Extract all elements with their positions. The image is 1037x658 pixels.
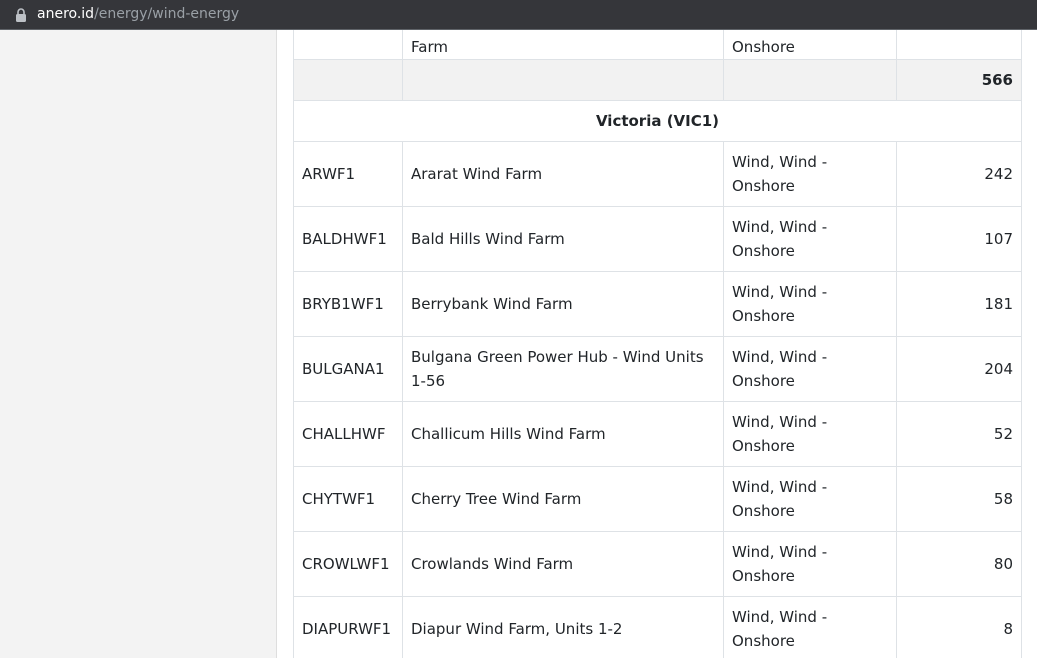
- table-row: DIAPURWF1 Diapur Wind Farm, Units 1-2 Wind…: [293, 596, 1022, 658]
- table-row: BULGANA1 Bulgana Green Power Hub - Wind U…: [293, 336, 1022, 402]
- type-cell: Wind, Wind - Onshore: [723, 531, 897, 597]
- capacity-cell: 242: [896, 141, 1022, 207]
- capacity-cell: [896, 30, 1022, 60]
- table-row: BALDHWF1 Bald Hills Wind Farm Wind, Wind -…: [293, 206, 1022, 272]
- region-heading: Victoria (VIC1): [293, 100, 1022, 142]
- name-cell: Berrybank Wind Farm: [402, 271, 724, 337]
- left-sidebar: [0, 30, 277, 658]
- wind-farm-table: Farm Onshore 566 Victoria (VIC1) ARWF1 Ar…: [293, 30, 1022, 658]
- main-content: Farm Onshore 566 Victoria (VIC1) ARWF1 Ar…: [277, 30, 1037, 658]
- name-cell: Challicum Hills Wind Farm: [402, 401, 724, 467]
- region-heading-row: Victoria (VIC1): [293, 100, 1022, 142]
- subtotal-capacity: 566: [896, 59, 1022, 101]
- name-cell: Diapur Wind Farm, Units 1-2: [402, 596, 724, 658]
- name-cell: Cherry Tree Wind Farm: [402, 466, 724, 532]
- table-row: BRYB1WF1 Berrybank Wind Farm Wind, Wind - …: [293, 271, 1022, 337]
- table-row: ARWF1 Ararat Wind Farm Wind, Wind - Onshor…: [293, 141, 1022, 207]
- duid-cell: BRYB1WF1: [293, 271, 403, 337]
- duid-cell: CHALLHWF: [293, 401, 403, 467]
- table-row: CHALLHWF Challicum Hills Wind Farm Wind, W…: [293, 401, 1022, 467]
- url-text[interactable]: anero.id/energy/wind-energy: [37, 6, 239, 23]
- lock-icon[interactable]: [15, 8, 27, 22]
- capacity-cell: 80: [896, 531, 1022, 597]
- subtotal-empty-cell: [293, 59, 403, 101]
- type-cell: Wind, Wind - Onshore: [723, 401, 897, 467]
- capacity-cell: 204: [896, 336, 1022, 402]
- name-cell: Bald Hills Wind Farm: [402, 206, 724, 272]
- table-row: CHYTWF1 Cherry Tree Wind Farm Wind, Wind -…: [293, 466, 1022, 532]
- capacity-cell: 181: [896, 271, 1022, 337]
- duid-cell: CROWLWF1: [293, 531, 403, 597]
- name-cell: Ararat Wind Farm: [402, 141, 724, 207]
- duid-cell: CHYTWF1: [293, 466, 403, 532]
- duid-cell: BULGANA1: [293, 336, 403, 402]
- subtotal-empty-cell: [723, 59, 897, 101]
- browser-address-bar[interactable]: anero.id/energy/wind-energy: [0, 0, 1037, 30]
- type-cell: Wind, Wind - Onshore: [723, 596, 897, 658]
- capacity-cell: 58: [896, 466, 1022, 532]
- capacity-cell: 107: [896, 206, 1022, 272]
- capacity-cell: 8: [896, 596, 1022, 658]
- capacity-cell: 52: [896, 401, 1022, 467]
- duid-cell: DIAPURWF1: [293, 596, 403, 658]
- type-cell: Onshore: [723, 30, 897, 60]
- url-path: /energy/wind-energy: [94, 6, 240, 22]
- subtotal-row: 566: [293, 59, 1022, 101]
- type-cell: Wind, Wind - Onshore: [723, 271, 897, 337]
- name-cell: Bulgana Green Power Hub - Wind Units 1-5…: [402, 336, 724, 402]
- type-cell: Wind, Wind - Onshore: [723, 206, 897, 272]
- type-cell: Wind, Wind - Onshore: [723, 466, 897, 532]
- duid-cell: [293, 30, 403, 60]
- duid-cell: ARWF1: [293, 141, 403, 207]
- table-row: Farm Onshore: [293, 30, 1022, 60]
- type-cell: Wind, Wind - Onshore: [723, 141, 897, 207]
- type-cell: Wind, Wind - Onshore: [723, 336, 897, 402]
- url-host: anero.id: [37, 6, 95, 22]
- subtotal-empty-cell: [402, 59, 724, 101]
- table-row: CROWLWF1 Crowlands Wind Farm Wind, Wind - …: [293, 531, 1022, 597]
- name-cell: Farm: [402, 30, 724, 60]
- duid-cell: BALDHWF1: [293, 206, 403, 272]
- name-cell: Crowlands Wind Farm: [402, 531, 724, 597]
